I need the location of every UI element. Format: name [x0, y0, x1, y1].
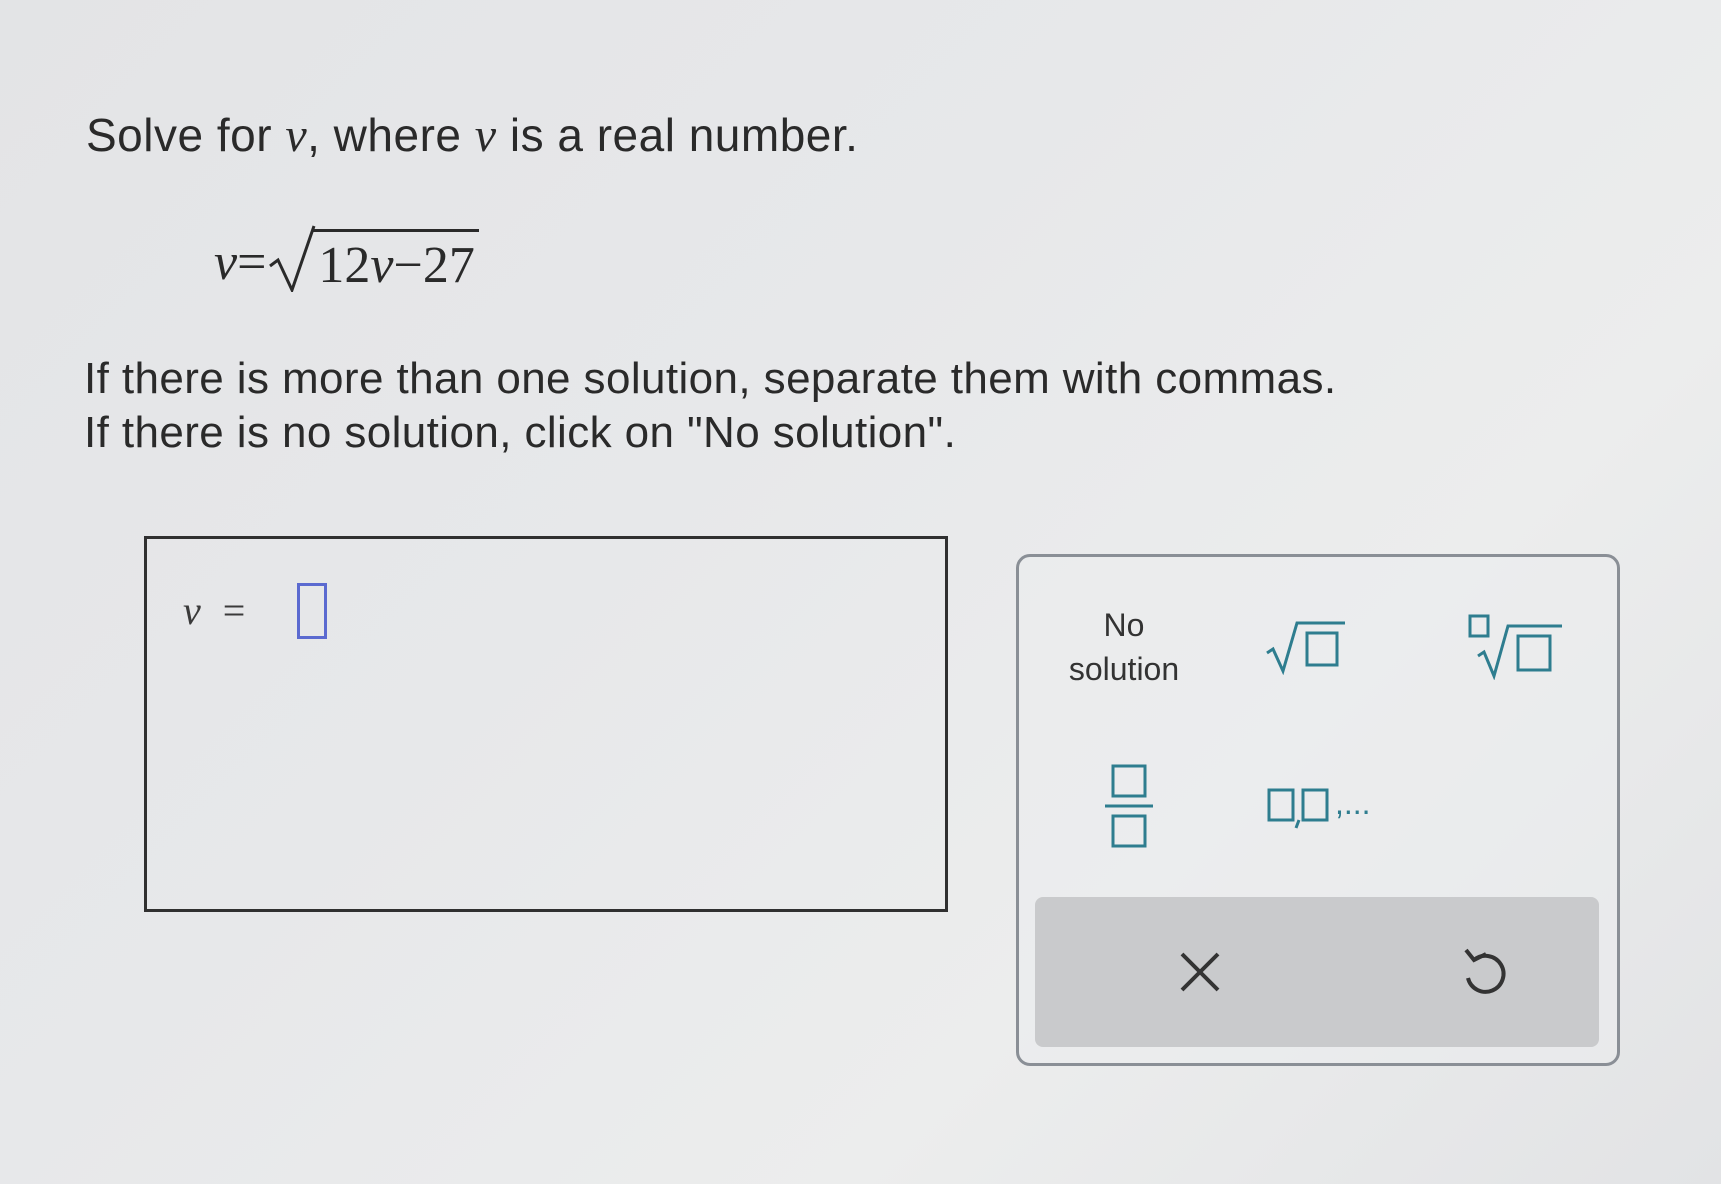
prompt-text-2: , where	[307, 109, 475, 161]
radicand: 12v−27	[312, 229, 479, 294]
prompt-variable: v	[474, 109, 497, 162]
answer-variable: v	[183, 588, 201, 633]
comma-list-button[interactable]: ,...	[1255, 767, 1405, 847]
answer-equals: =	[222, 588, 246, 633]
fraction-icon	[1105, 764, 1153, 848]
radicand-constant: −27	[393, 237, 475, 294]
square-root-button[interactable]	[1255, 607, 1355, 687]
no-solution-button[interactable]: No solution	[1049, 597, 1199, 697]
answer-label: v =	[183, 587, 245, 634]
instructions-line-2: If there is no solution, click on "No so…	[84, 408, 957, 457]
undo-button[interactable]	[1439, 927, 1529, 1017]
equation-lhs: v	[214, 234, 238, 291]
instructions: If there is more than one solution, sepa…	[84, 352, 1337, 460]
equation-equals: =	[237, 234, 267, 291]
math-keypad: No solution ,...	[1016, 554, 1620, 1066]
prompt-variable: v	[285, 109, 308, 162]
close-icon	[1180, 952, 1220, 992]
answer-box[interactable]: v =	[144, 536, 948, 912]
prompt-text-1: Solve for	[86, 109, 286, 161]
comma-list-icon	[1267, 788, 1329, 829]
equation: v = 12v−27	[214, 222, 479, 292]
square-root-icon	[1266, 621, 1345, 675]
nth-root-button[interactable]	[1461, 607, 1571, 687]
prompt-text-3: is a real number.	[496, 109, 859, 161]
fraction-button[interactable]	[1079, 757, 1179, 857]
question-prompt: Solve for v, where v is a real number.	[86, 108, 858, 163]
radicand-coefficient: 12	[318, 237, 371, 294]
clear-button[interactable]	[1155, 927, 1245, 1017]
radical-sign-icon	[269, 225, 316, 292]
radicand-variable: v	[370, 237, 394, 294]
keypad-action-bar	[1035, 897, 1599, 1047]
no-solution-label-line-2: solution	[1068, 651, 1180, 687]
comma-list-ellipsis: ,...	[1335, 785, 1371, 821]
answer-input[interactable]	[297, 583, 327, 639]
no-solution-label-line-1: No	[1103, 607, 1145, 643]
instructions-line-1: If there is more than one solution, sepa…	[84, 354, 1337, 403]
undo-icon	[1464, 948, 1506, 994]
nth-root-icon	[1468, 614, 1562, 680]
